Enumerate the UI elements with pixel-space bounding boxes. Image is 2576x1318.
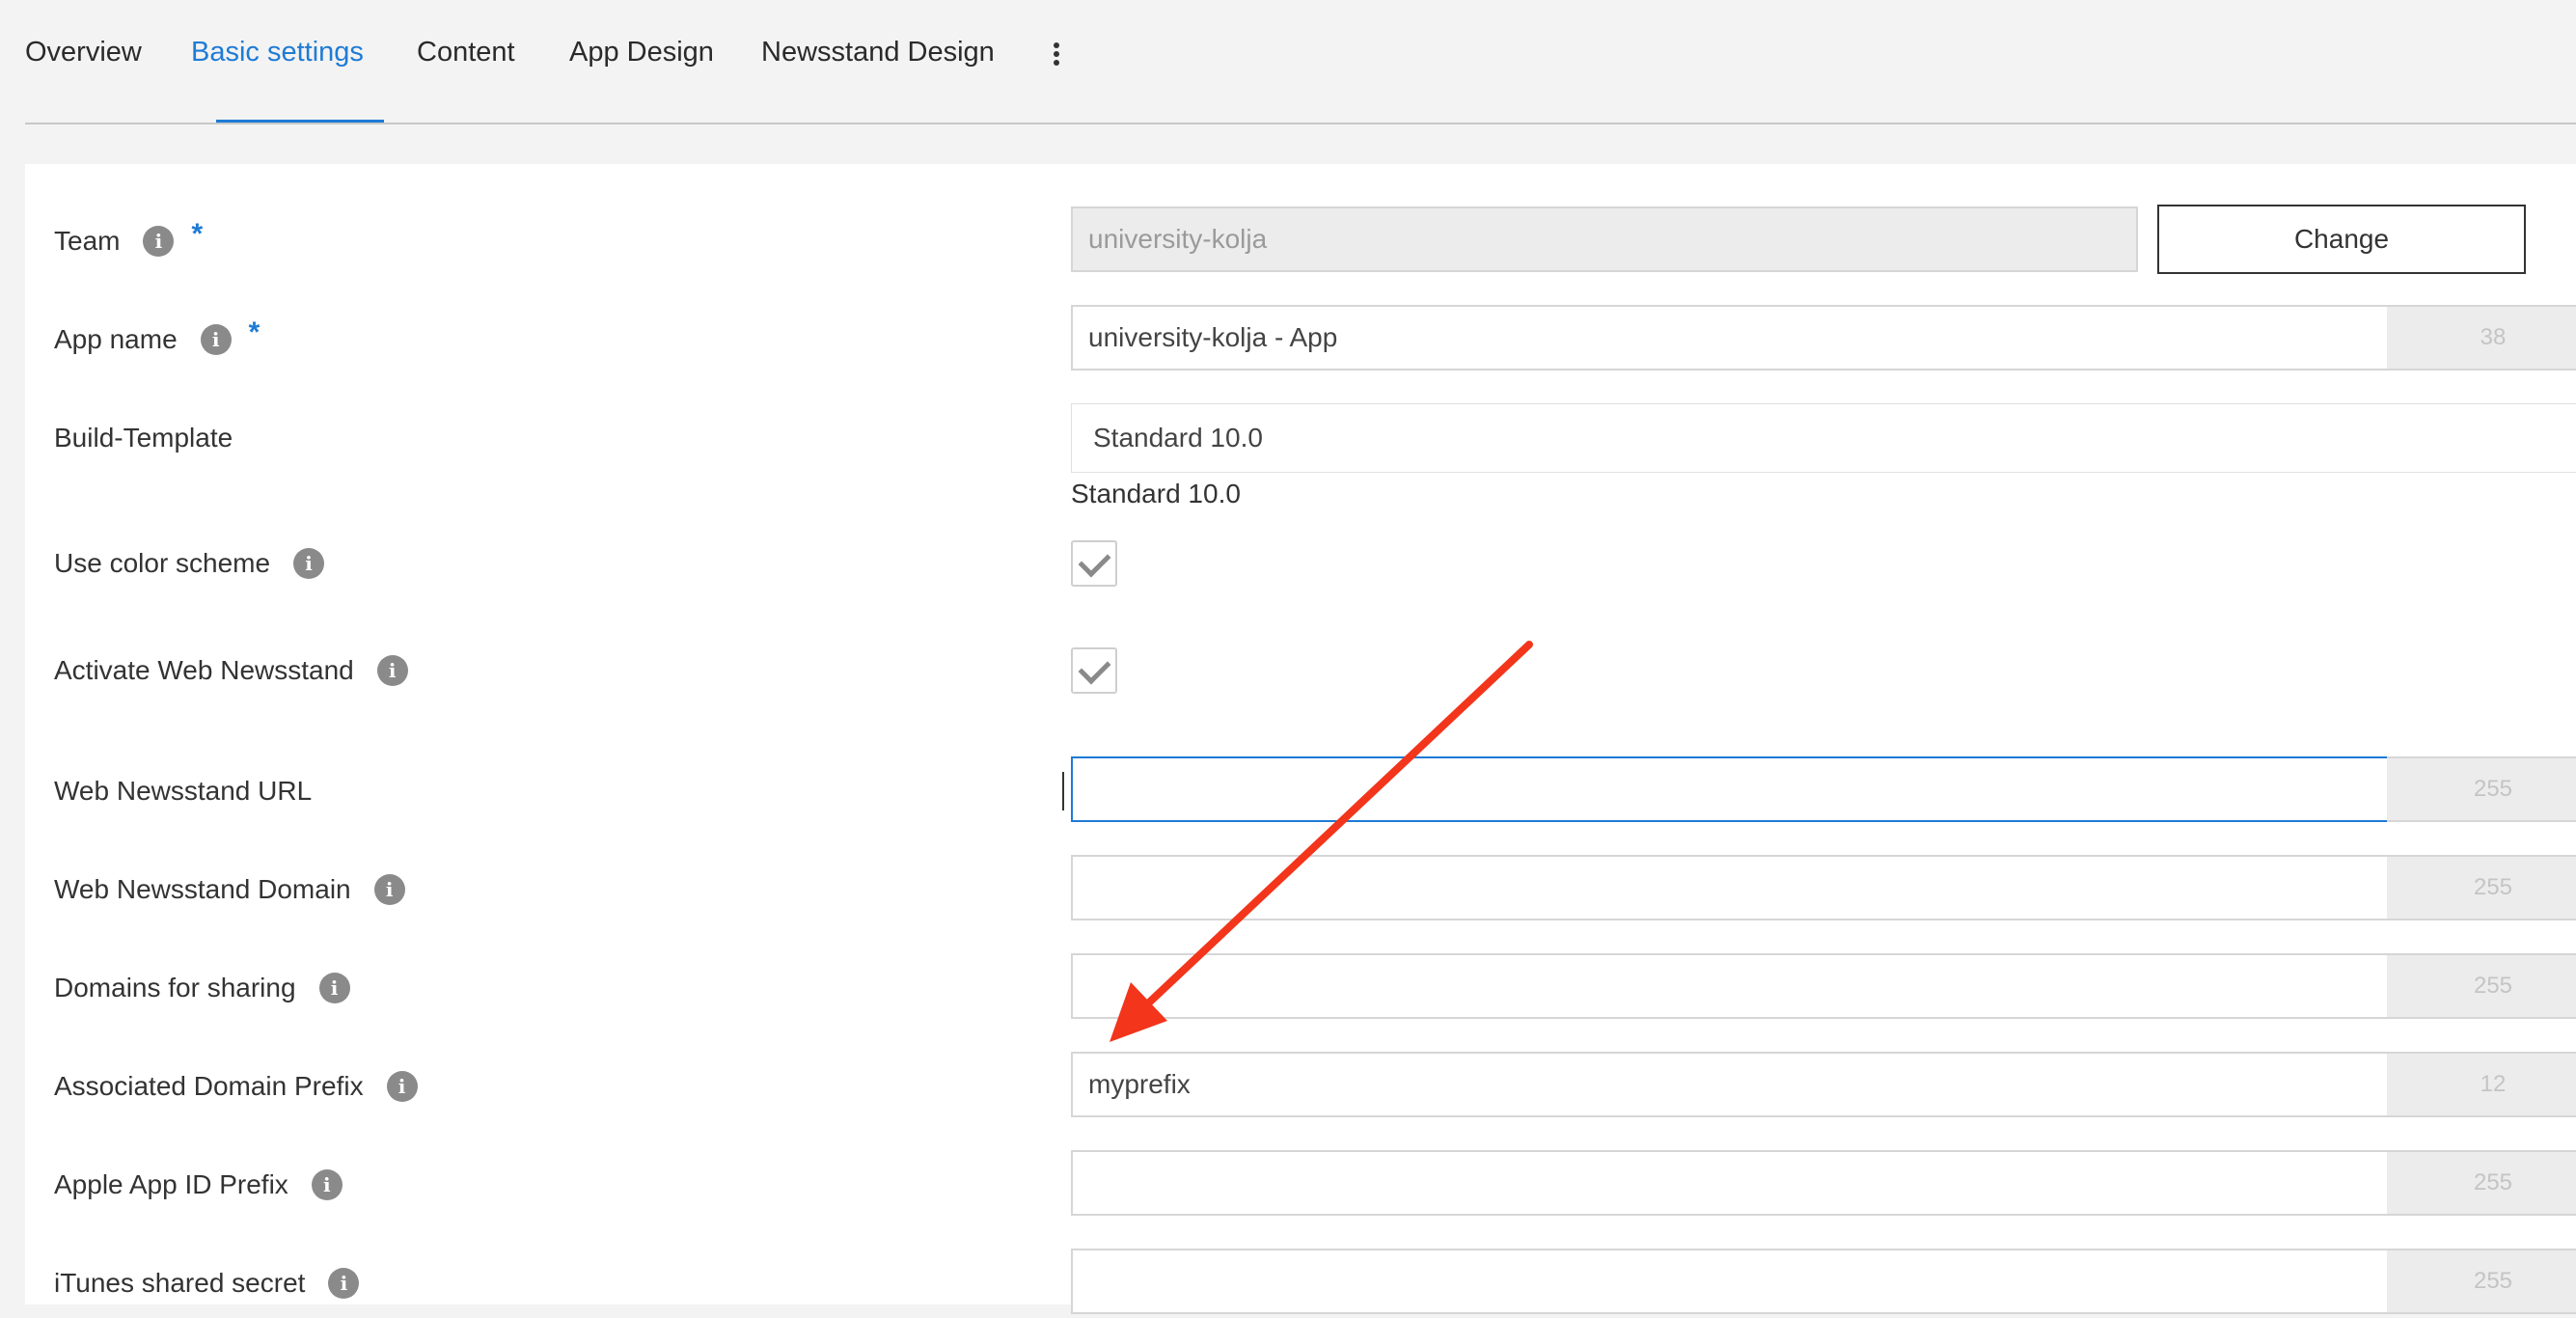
activate-web-newsstand-checkbox[interactable] — [1071, 647, 1117, 694]
char-counter: 12 — [2387, 1052, 2576, 1117]
build-template-caption: Standard 10.0 — [1071, 479, 1241, 508]
active-tab-indicator — [216, 120, 384, 123]
char-counter: 255 — [2387, 1150, 2576, 1216]
build-template-select[interactable]: Standard 10.0 ⌄ — [1071, 403, 2576, 473]
use-color-scheme-label: Use color scheme — [54, 548, 271, 578]
team-field — [1071, 206, 2138, 272]
info-icon[interactable]: i — [373, 874, 405, 905]
check-icon — [1078, 544, 1110, 577]
info-icon[interactable]: i — [311, 1169, 343, 1200]
web-newsstand-url-input[interactable] — [1071, 756, 2389, 822]
text-cursor — [1062, 772, 1064, 810]
basic-settings-form: Team i * Change App name i * 38 Build-Te… — [25, 164, 2576, 1314]
change-team-button[interactable]: Change — [2157, 205, 2526, 274]
web-newsstand-url-row: Web Newsstand URL 255 — [25, 756, 2576, 826]
team-row: Team i * Change — [25, 205, 2576, 276]
info-icon[interactable]: i — [376, 655, 408, 686]
use-color-scheme-row: Use color scheme i — [25, 529, 2576, 598]
associated-domain-prefix-row: Associated Domain Prefix i 12 — [25, 1052, 2576, 1121]
domains-for-sharing-label: Domains for sharing — [54, 973, 296, 1002]
info-icon[interactable]: i — [328, 1268, 360, 1299]
team-label: Team — [54, 226, 121, 256]
web-newsstand-domain-label: Web Newsstand Domain — [54, 874, 351, 904]
tab-content[interactable]: Content — [417, 37, 515, 69]
associated-domain-prefix-input[interactable] — [1071, 1052, 2389, 1117]
web-newsstand-domain-input[interactable] — [1071, 855, 2389, 920]
info-icon[interactable]: i — [318, 973, 350, 1003]
tab-basic-settings[interactable]: Basic settings — [191, 37, 364, 69]
kebab-vertical-icon[interactable] — [1050, 42, 1063, 71]
apple-app-id-prefix-input[interactable] — [1071, 1150, 2389, 1216]
web-newsstand-domain-row: Web Newsstand Domain i 255 — [25, 855, 2576, 924]
apple-app-id-prefix-label: Apple App ID Prefix — [54, 1169, 288, 1199]
activate-web-newsstand-row: Activate Web Newsstand i — [25, 636, 2576, 705]
info-icon[interactable]: i — [200, 324, 232, 355]
app-name-label: App name — [54, 324, 178, 354]
tab-overview[interactable]: Overview — [25, 37, 142, 69]
tab-bar: Overview Basic settings Content App Desi… — [25, 0, 2576, 124]
apple-app-id-prefix-row: Apple App ID Prefix i 255 — [25, 1150, 2576, 1220]
required-marker: * — [191, 218, 204, 250]
itunes-shared-secret-label: iTunes shared secret — [54, 1268, 306, 1298]
web-newsstand-url-label: Web Newsstand URL — [54, 776, 313, 806]
activate-web-newsstand-label: Activate Web Newsstand — [54, 655, 354, 685]
use-color-scheme-checkbox[interactable] — [1071, 540, 1117, 587]
info-icon[interactable]: i — [143, 226, 175, 257]
app-name-input[interactable] — [1071, 305, 2389, 371]
build-template-row: Build-Template Standard 10.0 ⌄ — [25, 403, 2576, 473]
itunes-shared-secret-row: iTunes shared secret i 255 — [25, 1249, 2576, 1318]
tab-app-design[interactable]: App Design — [569, 37, 714, 69]
domains-for-sharing-input[interactable] — [1071, 953, 2389, 1019]
char-counter: 255 — [2387, 756, 2576, 822]
char-counter: 38 — [2387, 305, 2576, 371]
associated-domain-prefix-label: Associated Domain Prefix — [54, 1071, 364, 1101]
tab-newsstand-design[interactable]: Newsstand Design — [761, 37, 995, 69]
required-marker: * — [248, 316, 260, 348]
app-name-row: App name i * 38 — [25, 305, 2576, 374]
domains-for-sharing-row: Domains for sharing i 255 — [25, 953, 2576, 1023]
char-counter: 255 — [2387, 855, 2576, 920]
char-counter: 255 — [2387, 953, 2576, 1019]
build-template-label: Build-Template — [54, 423, 233, 453]
build-template-selected: Standard 10.0 — [1093, 423, 1263, 453]
check-icon — [1078, 651, 1110, 684]
info-icon[interactable]: i — [386, 1071, 418, 1102]
info-icon[interactable]: i — [293, 548, 325, 579]
